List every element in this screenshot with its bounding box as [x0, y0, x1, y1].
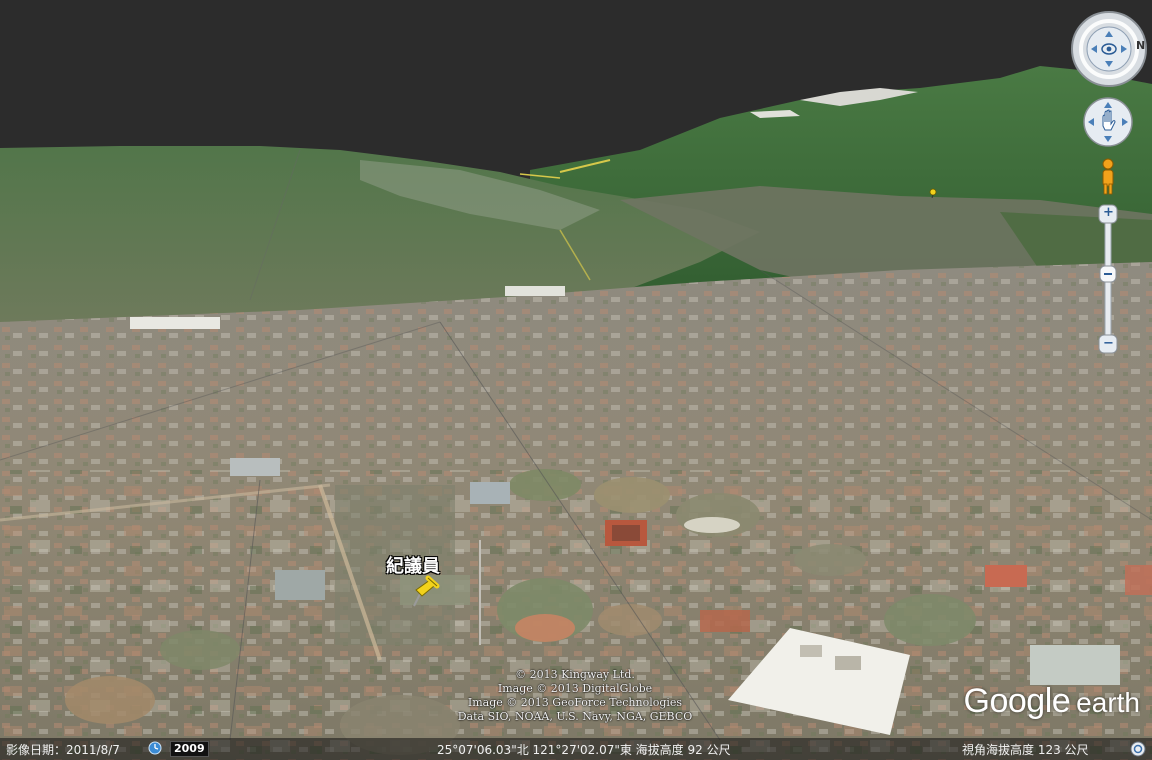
logo-google-text: Google: [963, 682, 1071, 720]
eye-altitude: 視角海拔高度 123 公尺: [962, 743, 1089, 757]
imagery-date: 影像日期：2011/8/7: [6, 743, 120, 757]
placemark[interactable]: 紀議員: [384, 552, 464, 612]
pointer-coordinates: 25°07'06.03"北 121°27'02.07"東 海拔高度 92 公尺: [437, 743, 731, 757]
move-hand-icon[interactable]: [1082, 96, 1134, 148]
pushpin-icon[interactable]: [406, 574, 440, 608]
navigation-controls: N + −: [1066, 10, 1152, 360]
status-icon: [1130, 741, 1146, 757]
attribution-line: Image © 2013 GeoForce Technologies: [467, 696, 683, 709]
terrain: [0, 66, 1152, 760]
earth-3d-view[interactable]: 紀議員 © 2013 Kingway Ltd. Image © 2013 Dig…: [0, 0, 1152, 760]
pegman-icon[interactable]: [1098, 158, 1118, 198]
zoom-in-button[interactable]: +: [1103, 205, 1114, 221]
attribution-line: Data SIO, NOAA, U.S. Navy, NGA, GEBCO: [457, 710, 693, 723]
imagery-attribution: © 2013 Kingway Ltd. Image © 2013 Digital…: [380, 668, 770, 724]
compass-north-label[interactable]: N: [1136, 39, 1145, 52]
distant-placemark-icon[interactable]: [928, 188, 938, 198]
attribution-line: © 2013 Kingway Ltd.: [515, 668, 635, 681]
historical-imagery-year[interactable]: 2009: [170, 741, 209, 757]
logo-earth-text: earth: [1076, 687, 1140, 718]
google-earth-logo: Google earth: [964, 682, 1140, 721]
status-bar: 影像日期：2011/8/7 2009 25°07'06.03"北 121°27'…: [0, 738, 1152, 760]
zoom-slider[interactable]: + −: [1098, 204, 1118, 354]
zoom-out-button[interactable]: −: [1103, 336, 1114, 352]
clock-icon[interactable]: [148, 741, 162, 755]
attribution-line: Image © 2013 DigitalGlobe: [497, 682, 653, 695]
